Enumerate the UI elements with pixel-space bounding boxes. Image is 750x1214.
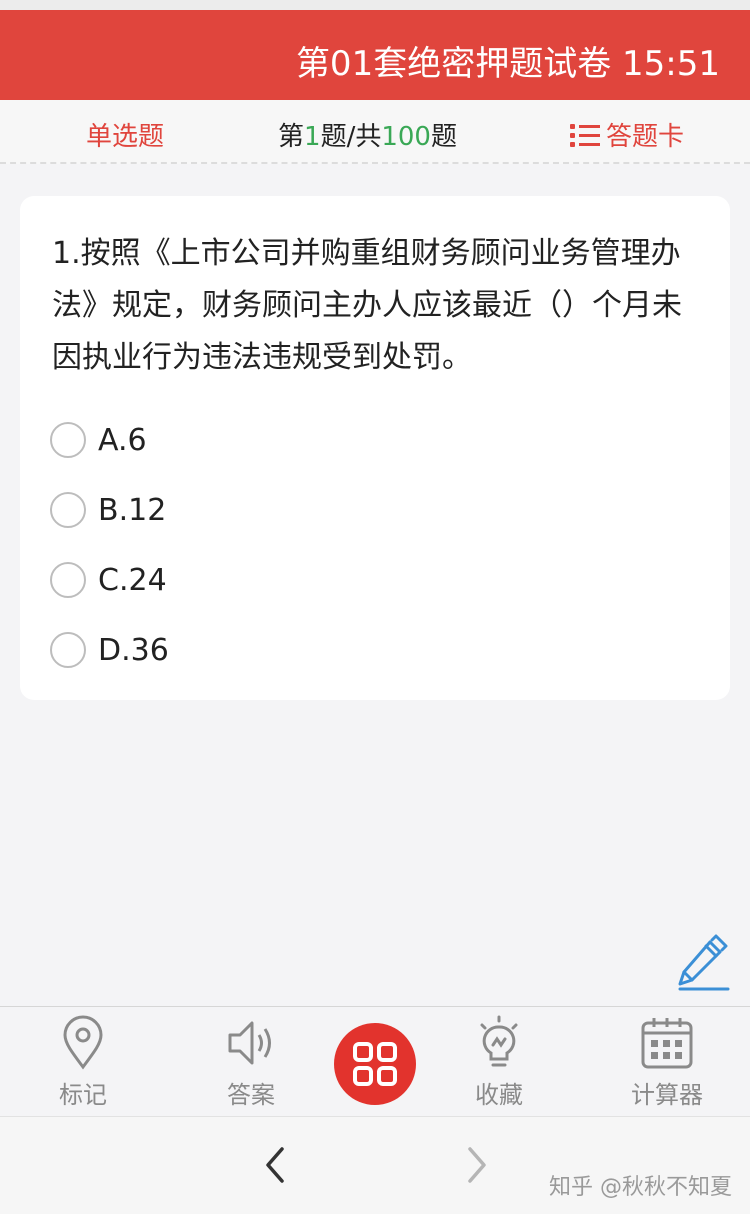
watermark: 知乎 @秋秋不知夏 <box>549 1175 732 1200</box>
mark-label: 标记 <box>59 1081 107 1109</box>
answer-button[interactable]: 答案 <box>196 1015 306 1110</box>
favorite-button[interactable]: 收藏 <box>444 1015 554 1110</box>
option-radio[interactable] <box>50 632 86 668</box>
favorite-label: 收藏 <box>475 1081 523 1109</box>
list-icon <box>569 123 600 147</box>
status-strip <box>0 0 750 10</box>
forward-button[interactable] <box>456 1143 496 1187</box>
browser-nav-bar: 知乎 @秋秋不知夏 <box>0 1116 750 1214</box>
timer: 15:51 <box>622 44 720 84</box>
pencil-icon[interactable] <box>676 934 732 992</box>
page-title: 第01套绝密押题试卷 15:51 <box>295 44 720 84</box>
header: 第01套绝密押题试卷 15:51 <box>0 10 750 100</box>
calculator-button[interactable]: 计算器 <box>612 1015 722 1110</box>
grid-icon <box>353 1042 397 1086</box>
map-pin-icon <box>63 1015 103 1070</box>
answer-label: 答案 <box>227 1081 275 1109</box>
question-info-bar: 单选题 第1题/共100题 答题卡 <box>0 100 750 164</box>
option-d[interactable]: D.36 <box>50 630 169 670</box>
chevron-left-icon <box>266 1147 284 1183</box>
question-type-label: 单选题 <box>86 122 165 152</box>
option-radio[interactable] <box>50 492 86 528</box>
option-label: D.36 <box>98 632 169 668</box>
question-progress: 第1题/共100题 <box>278 122 457 152</box>
mark-button[interactable]: 标记 <box>28 1015 138 1110</box>
chevron-right-icon <box>468 1147 486 1183</box>
lightbulb-icon <box>480 1015 518 1067</box>
current-question-number: 1 <box>304 122 321 152</box>
option-label: A.6 <box>98 422 147 458</box>
option-b[interactable]: B.12 <box>50 490 166 530</box>
option-label: B.12 <box>98 492 167 528</box>
option-radio[interactable] <box>50 562 86 598</box>
option-a[interactable]: A.6 <box>50 420 147 460</box>
back-button[interactable] <box>256 1143 296 1187</box>
bottom-toolbar: 标记 答案 收藏 计算器 <box>0 1006 750 1116</box>
question-card: 1.按照《上市公司并购重组财务顾问业务管理办法》规定，财务顾问主办人应该最近（）… <box>20 196 730 700</box>
calculator-icon <box>641 1018 693 1069</box>
answer-card-label: 答题卡 <box>605 122 684 152</box>
answer-card-button[interactable]: 答题卡 <box>569 116 684 153</box>
question-text: 1.按照《上市公司并购重组财务顾问业务管理办法》规定，财务顾问主办人应该最近（）… <box>52 236 682 375</box>
total-question-count: 100 <box>381 122 431 152</box>
menu-grid-button[interactable] <box>334 1023 416 1105</box>
calculator-label: 计算器 <box>631 1081 703 1109</box>
option-label: C.24 <box>98 562 167 598</box>
speaker-icon <box>228 1021 271 1065</box>
option-c[interactable]: C.24 <box>50 560 167 600</box>
option-radio[interactable] <box>50 422 86 458</box>
